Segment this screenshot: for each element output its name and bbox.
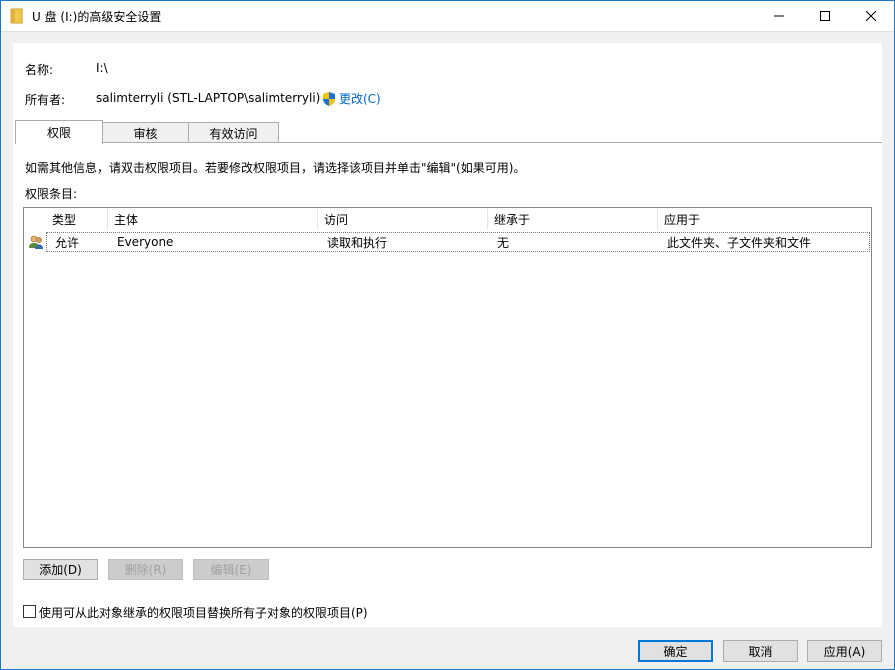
maximize-button[interactable] [802,1,848,31]
tab-effective-access-label: 有效访问 [209,126,258,141]
cancel-button[interactable]: 取消 [723,640,798,662]
minimize-button[interactable] [756,1,802,31]
remove-button[interactable]: 删除(R) [108,559,183,580]
minimize-icon [774,15,784,17]
close-icon [866,11,876,21]
tab-auditing-label: 审核 [133,126,158,141]
add-button[interactable]: 添加(D) [23,559,98,580]
cell-principal: Everyone [117,235,174,249]
edit-button[interactable]: 编辑(E) [193,559,269,580]
security-settings-window: U 盘 (I:)的高级安全设置 名称: I:\ 所有者: salimterryl… [0,0,895,670]
window-title: U 盘 (I:)的高级安全设置 [32,10,162,24]
replace-child-permissions-label[interactable]: 使用可从此对象继承的权限项目替换所有子对象的权限项目(P) [39,604,368,621]
title-bar[interactable]: U 盘 (I:)的高级安全设置 [1,1,894,32]
change-link-label: 更改(C) [339,92,381,106]
tab-auditing[interactable]: 审核 [101,122,190,143]
column-header-type[interactable]: 类型 [46,208,108,230]
cell-access: 读取和执行 [327,235,388,250]
tab-permissions[interactable]: 权限 [15,120,103,144]
uac-shield-icon [323,91,335,106]
cell-applies: 此文件夹、子文件夹和文件 [667,235,812,250]
close-button[interactable] [848,1,894,31]
owner-value: salimterryli (STL-LAPTOP\salimterryli) [96,91,321,105]
maximize-icon [820,11,830,21]
dialog-content: 名称: I:\ 所有者: salimterryli (STL-LAPTOP\sa… [13,43,882,627]
name-label: 名称: [25,63,54,77]
permission-entries-list[interactable]: 类型 主体 访问 继承于 应用于 允许 Everyone 读取和执行 无 此文件… [23,207,872,548]
tab-effective-access[interactable]: 有效访问 [188,122,279,143]
tab-divider [15,142,882,143]
cell-inherited: 无 [497,235,510,250]
replace-child-permissions-checkbox[interactable] [23,605,36,618]
column-header-access[interactable]: 访问 [318,208,488,230]
name-value: I:\ [96,61,108,75]
users-icon [29,235,43,249]
ok-button[interactable]: 确定 [638,640,713,662]
instructions-text: 如需其他信息，请双击权限项目。若要修改权限项目，请选择该项目并单击"编辑"(如果… [25,161,526,175]
owner-label: 所有者: [25,93,66,107]
cell-type: 允许 [55,235,80,250]
table-row[interactable]: 允许 Everyone 读取和执行 无 此文件夹、子文件夹和文件 [46,232,870,252]
change-owner-link[interactable]: 更改(C) [321,90,381,107]
column-header-applies[interactable]: 应用于 [658,208,871,230]
tab-permissions-label: 权限 [46,126,71,140]
column-header-inherited[interactable]: 继承于 [488,208,658,230]
folder-icon [10,8,23,24]
column-header-principal[interactable]: 主体 [108,208,318,230]
entries-label: 权限条目: [25,187,78,201]
apply-button[interactable]: 应用(A) [807,640,882,662]
